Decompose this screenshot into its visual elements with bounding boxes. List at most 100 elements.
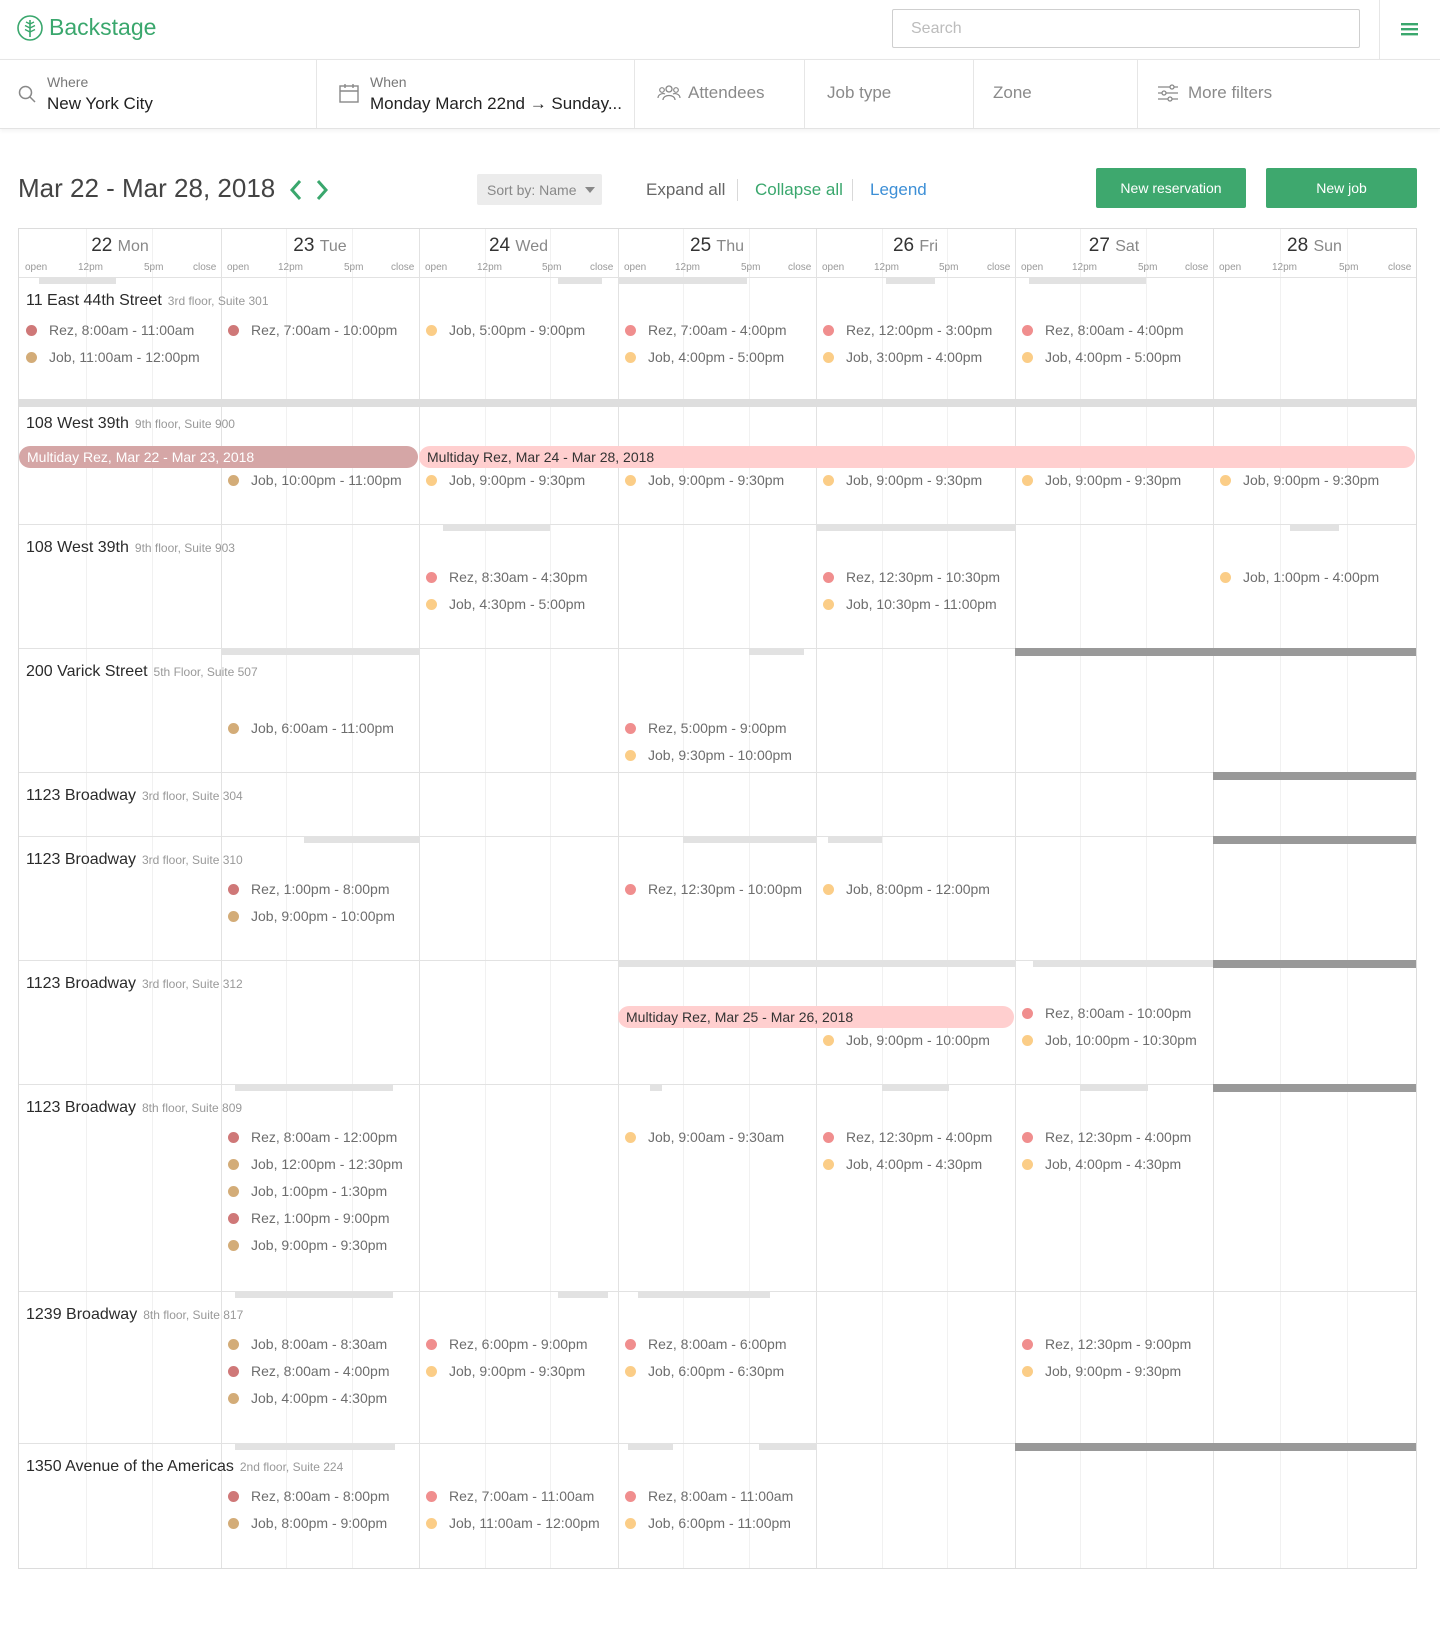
reservation-item[interactable]: Rez, 6:00pm - 9:00pm [426,1336,588,1352]
job-item[interactable]: Job, 9:00pm - 9:30pm [1022,472,1181,488]
location-title[interactable]: 1123 Broadway 3rd floor, Suite 312 [26,975,243,993]
job-item[interactable]: Job, 6:00pm - 6:30pm [625,1363,784,1379]
reservation-item[interactable]: Rez, 8:00am - 8:00pm [228,1488,390,1504]
job-item[interactable]: Job, 9:00pm - 9:30pm [823,472,982,488]
job-item[interactable]: Job, 1:00pm - 1:30pm [228,1183,387,1199]
job-item[interactable]: Job, 11:00am - 12:00pm [26,349,200,365]
location-title[interactable]: 1350 Avenue of the Americas 2nd floor, Su… [26,1458,343,1476]
reservation-item[interactable]: Rez, 8:00am - 12:00pm [228,1129,397,1145]
location-title[interactable]: 1123 Broadway 3rd floor, Suite 304 [26,787,243,805]
job-item[interactable]: Job, 6:00pm - 11:00pm [625,1515,791,1531]
location-suite: 3rd floor, Suite 301 [167,294,269,308]
multiday-reservation[interactable]: Multiday Rez, Mar 24 - Mar 28, 2018 [419,446,1415,468]
job-item[interactable]: Job, 5:00pm - 9:00pm [426,322,585,338]
reservation-item[interactable]: Rez, 7:00am - 10:00pm [228,322,397,338]
reservation-item[interactable]: Rez, 1:00pm - 9:00pm [228,1210,390,1226]
collapse-all-link[interactable]: Collapse all [755,180,843,200]
reservation-item[interactable]: Rez, 12:30pm - 4:00pm [1022,1129,1191,1145]
reservation-item[interactable]: Rez, 12:00pm - 3:00pm [823,322,992,338]
reservation-item[interactable]: Rez, 8:30am - 4:30pm [426,569,588,585]
location-title[interactable]: 108 West 39th 9th floor, Suite 903 [26,539,235,557]
job-item[interactable]: Job, 10:00pm - 11:00pm [228,472,402,488]
job-item[interactable]: Job, 1:00pm - 4:00pm [1220,569,1379,585]
location-title[interactable]: 11 East 44th Street 3rd floor, Suite 301 [26,292,269,310]
new-reservation-button[interactable]: New reservation [1096,168,1246,208]
chevron-right-icon[interactable] [313,178,331,202]
reservation-item[interactable]: Rez, 8:00am - 4:00pm [1022,322,1184,338]
job-item[interactable]: Job, 8:00am - 8:30am [228,1336,387,1352]
reservation-item[interactable]: Rez, 7:00am - 4:00pm [625,322,787,338]
job-item[interactable]: Job, 11:00am - 12:00pm [426,1515,600,1531]
location-title[interactable]: 1123 Broadway 3rd floor, Suite 310 [26,851,243,869]
reservation-item[interactable]: Rez, 8:00am - 4:00pm [228,1363,390,1379]
reservation-item[interactable]: Rez, 12:30pm - 10:00pm [625,881,802,897]
job-item[interactable]: Job, 4:00pm - 5:00pm [1022,349,1181,365]
job-item[interactable]: Job, 9:00pm - 9:30pm [426,1363,585,1379]
filter-zone[interactable]: Zone [974,59,1138,128]
filter-attendees[interactable]: Attendees [635,59,805,128]
job-item[interactable]: Job, 9:00pm - 10:00pm [823,1032,990,1048]
job-item[interactable]: Job, 9:00pm - 9:30pm [426,472,585,488]
day-header-mon[interactable]: 22 Mon open 12pm 5pm close [19,229,221,277]
job-item[interactable]: Job, 8:00pm - 9:00pm [228,1515,387,1531]
reservation-dot-icon [1022,1008,1033,1019]
job-dot-icon [228,1393,239,1404]
job-item[interactable]: Job, 4:00pm - 5:00pm [625,349,784,365]
hamburger-menu-icon[interactable] [1399,20,1421,38]
legend-link[interactable]: Legend [870,180,927,200]
reservation-item[interactable]: Rez, 12:30pm - 10:30pm [823,569,1000,585]
reservation-item[interactable]: Rez, 8:00am - 11:00am [26,322,194,338]
job-item[interactable]: Job, 9:00pm - 9:30pm [228,1237,387,1253]
job-item[interactable]: Job, 3:00pm - 4:00pm [823,349,982,365]
day-header-tue[interactable]: 23 Tue open 12pm 5pm close [221,229,419,277]
multiday-reservation[interactable]: Multiday Rez, Mar 25 - Mar 26, 2018 [618,1006,1014,1028]
job-item[interactable]: Job, 4:30pm - 5:00pm [426,596,585,612]
job-item[interactable]: Job, 9:00pm - 9:30pm [1022,1363,1181,1379]
day-divider [816,229,817,1568]
filter-more[interactable]: More filters [1138,59,1440,128]
job-item[interactable]: Job, 10:30pm - 11:00pm [823,596,997,612]
chevron-left-icon[interactable] [287,178,305,202]
reservation-item[interactable]: Rez, 1:00pm - 8:00pm [228,881,390,897]
reservation-item[interactable]: Rez, 12:30pm - 9:00pm [1022,1336,1191,1352]
day-header-thu[interactable]: 25 Thu open 12pm 5pm close [618,229,816,277]
multiday-reservation[interactable]: Multiday Rez, Mar 22 - Mar 23, 2018 [19,446,418,468]
reservation-item[interactable]: Rez, 8:00am - 11:00am [625,1488,793,1504]
day-header-fri[interactable]: 26 Fri open 12pm 5pm close [816,229,1015,277]
location-title[interactable]: 1239 Broadway 8th floor, Suite 817 [26,1306,243,1324]
job-item[interactable]: Job, 4:00pm - 4:30pm [1022,1156,1181,1172]
location-title[interactable]: 1123 Broadway 8th floor, Suite 809 [26,1099,242,1117]
day-header-wed[interactable]: 24 Wed open 12pm 5pm close [419,229,618,277]
job-item[interactable]: Job, 9:00pm - 9:30pm [625,472,784,488]
filter-when[interactable]: When Monday March 22nd → Sunday... [317,59,635,128]
app-logo[interactable]: Backstage [17,14,156,41]
new-job-button[interactable]: New job [1266,168,1417,208]
blocked-bar [1015,1443,1416,1451]
job-item[interactable]: Job, 4:00pm - 4:30pm [823,1156,982,1172]
reservation-item[interactable]: Rez, 8:00am - 6:00pm [625,1336,787,1352]
location-title[interactable]: 108 West 39th 9th floor, Suite 900 [26,415,235,433]
job-item[interactable]: Job, 6:00am - 11:00pm [228,720,394,736]
job-item[interactable]: Job, 9:00pm - 10:00pm [228,908,395,924]
time-tick-label: open [624,262,647,273]
reservation-item[interactable]: Rez, 8:00am - 10:00pm [1022,1005,1191,1021]
reservation-item[interactable]: Rez, 5:00pm - 9:00pm [625,720,787,736]
day-header-sun[interactable]: 28 Sun open 12pm 5pm close [1213,229,1416,277]
job-item[interactable]: Job, 9:30pm - 10:00pm [625,747,792,763]
filter-where[interactable]: Where New York City [0,59,317,128]
sort-dropdown[interactable]: Sort by: Name [477,174,602,205]
job-item[interactable]: Job, 10:00pm - 10:30pm [1022,1032,1197,1048]
reservation-item[interactable]: Rez, 7:00am - 11:00am [426,1488,594,1504]
location-title[interactable]: 200 Varick Street 5th Floor, Suite 507 [26,663,258,681]
job-item[interactable]: Job, 4:00pm - 4:30pm [228,1390,387,1406]
job-item[interactable]: Job, 8:00pm - 12:00pm [823,881,990,897]
expand-all-link[interactable]: Expand all [646,180,725,200]
job-item[interactable]: Job, 9:00am - 9:30am [625,1129,784,1145]
job-item[interactable]: Job, 12:00pm - 12:30pm [228,1156,403,1172]
event-time: Job, 9:00pm - 9:30pm [846,472,983,488]
search-input[interactable] [892,9,1360,48]
day-header-sat[interactable]: 27 Sat open 12pm 5pm close [1015,229,1213,277]
job-item[interactable]: Job, 9:00pm - 9:30pm [1220,472,1379,488]
filter-job-type[interactable]: Job type [805,59,974,128]
reservation-item[interactable]: Rez, 12:30pm - 4:00pm [823,1129,992,1145]
